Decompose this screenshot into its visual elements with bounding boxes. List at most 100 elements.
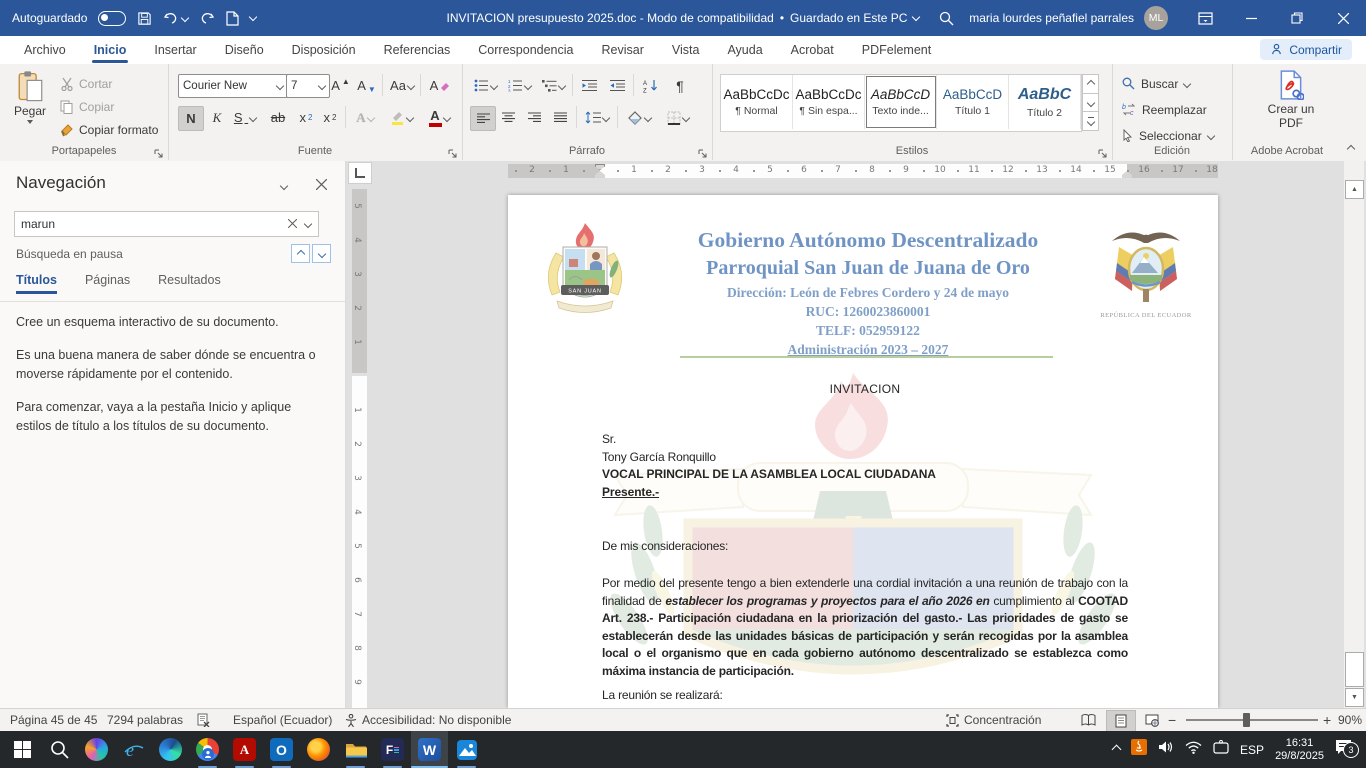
- scroll-down-button[interactable]: ▼: [1345, 688, 1364, 707]
- focus-mode-button[interactable]: Concentración: [946, 709, 1041, 731]
- word-count[interactable]: 7294 palabras: [107, 709, 183, 731]
- vertical-ruler[interactable]: 54321123456789: [350, 182, 369, 708]
- text-effects-button[interactable]: A: [350, 106, 380, 129]
- collapse-ribbon-button[interactable]: [1348, 140, 1354, 158]
- zoom-slider-thumb[interactable]: [1243, 713, 1250, 727]
- redo-icon[interactable]: [199, 11, 215, 25]
- justify-button[interactable]: [548, 106, 572, 129]
- font-color-button[interactable]: A: [422, 106, 456, 129]
- highlight-button[interactable]: [384, 106, 418, 129]
- nav-tab-titulos[interactable]: Títulos: [16, 273, 57, 287]
- file-explorer-icon[interactable]: [337, 731, 374, 768]
- style-t-tulo-1[interactable]: AaBbCcDTítulo 1: [937, 75, 1009, 129]
- pdfelement-icon[interactable]: F: [374, 731, 411, 768]
- find-button[interactable]: Buscar: [1122, 72, 1190, 95]
- copilot-icon[interactable]: [78, 731, 115, 768]
- search-icon[interactable]: [931, 0, 961, 36]
- underline-button[interactable]: S: [230, 106, 260, 129]
- format-painter-button[interactable]: Copiar formato: [60, 118, 158, 141]
- font-size-select[interactable]: 7: [286, 74, 330, 98]
- taskbar-search-button[interactable]: [41, 731, 78, 768]
- close-button[interactable]: [1320, 0, 1366, 36]
- subscript-button[interactable]: x2: [294, 106, 318, 129]
- shading-button[interactable]: [622, 106, 656, 129]
- tab-vista[interactable]: Vista: [658, 36, 714, 64]
- font-dialog-launcher[interactable]: [448, 146, 458, 156]
- tab-referencias[interactable]: Referencias: [370, 36, 465, 64]
- tab-insertar[interactable]: Insertar: [140, 36, 210, 64]
- italic-button[interactable]: K: [206, 106, 228, 129]
- styles-dialog-launcher[interactable]: [1098, 146, 1108, 156]
- document-page[interactable]: 7: [508, 195, 1218, 708]
- next-result-button[interactable]: [312, 244, 331, 263]
- meet-now-icon[interactable]: [1213, 740, 1229, 759]
- grow-font-button[interactable]: A▲: [328, 74, 353, 97]
- word-icon[interactable]: W: [411, 731, 448, 768]
- edge-icon[interactable]: [152, 731, 189, 768]
- style-gallery-up-button[interactable]: [1082, 74, 1099, 94]
- tab-ayuda[interactable]: Ayuda: [713, 36, 776, 64]
- language-indicator[interactable]: Español (Ecuador): [233, 709, 332, 731]
- undo-icon[interactable]: [163, 11, 188, 25]
- horizontal-ruler[interactable]: 21123456789101112131415161718: [372, 162, 1340, 180]
- vertical-scrollbar[interactable]: ▲ ▼: [1344, 161, 1364, 708]
- nav-tab-resultados[interactable]: Resultados: [158, 273, 221, 287]
- page-indicator[interactable]: Página 45 de 45: [10, 709, 97, 731]
- clear-search-icon[interactable]: [282, 215, 303, 233]
- save-icon[interactable]: [137, 11, 152, 26]
- photos-icon[interactable]: [448, 731, 485, 768]
- volume-icon[interactable]: [1158, 740, 1174, 759]
- paste-button[interactable]: Pegar: [6, 70, 54, 144]
- style-t-tulo-2[interactable]: AaBbCTítulo 2: [1009, 75, 1081, 129]
- navigation-pane-close-icon[interactable]: [316, 177, 327, 195]
- align-left-button[interactable]: [470, 106, 496, 131]
- copy-button[interactable]: Copiar: [60, 95, 158, 118]
- show-marks-button[interactable]: ¶: [668, 74, 692, 97]
- user-name[interactable]: maria lourdes peñafiel parrales: [969, 11, 1134, 25]
- start-button[interactable]: [4, 731, 41, 768]
- outlook-icon[interactable]: O: [263, 731, 300, 768]
- multilevel-list-button[interactable]: [538, 74, 568, 97]
- line-spacing-button[interactable]: [581, 106, 613, 129]
- tab-stop-selector[interactable]: [348, 162, 372, 184]
- bullets-button[interactable]: [470, 74, 500, 97]
- accessibility-indicator[interactable]: Accesibilidad: No disponible: [345, 709, 511, 731]
- autosave-toggle[interactable]: [98, 11, 126, 26]
- share-button[interactable]: Compartir: [1260, 39, 1352, 60]
- tab-diseño[interactable]: Diseño: [211, 36, 278, 64]
- strikethrough-button[interactable]: ab: [264, 106, 292, 129]
- superscript-button[interactable]: x2: [318, 106, 342, 129]
- create-pdf-button[interactable]: Crear un PDF: [1262, 70, 1320, 144]
- tab-acrobat[interactable]: Acrobat: [777, 36, 848, 64]
- minimize-button[interactable]: [1228, 0, 1274, 36]
- navigation-pane-options-icon[interactable]: [281, 177, 287, 195]
- previous-result-button[interactable]: [291, 244, 310, 263]
- chrome-icon[interactable]: [189, 731, 226, 768]
- zoom-in-button[interactable]: +: [1323, 709, 1331, 731]
- cut-button[interactable]: Cortar: [60, 72, 158, 95]
- paragraph-dialog-launcher[interactable]: [698, 146, 708, 156]
- tab-archivo[interactable]: Archivo: [10, 36, 80, 64]
- zoom-out-button[interactable]: −: [1168, 709, 1176, 731]
- tab-revisar[interactable]: Revisar: [587, 36, 657, 64]
- search-options-chevron-icon[interactable]: [303, 215, 318, 233]
- scroll-up-button[interactable]: ▲: [1345, 180, 1364, 199]
- font-family-select[interactable]: Courier New: [178, 74, 288, 98]
- sort-button[interactable]: AZ: [637, 74, 665, 97]
- style-gallery-more-button[interactable]: [1082, 111, 1099, 131]
- numbering-button[interactable]: 123: [504, 74, 534, 97]
- tab-inicio[interactable]: Inicio: [80, 36, 141, 64]
- new-document-icon[interactable]: [226, 11, 239, 26]
- style--normal[interactable]: AaBbCcDc¶ Normal: [721, 75, 793, 129]
- java-update-icon[interactable]: [1131, 739, 1147, 760]
- notification-center-icon[interactable]: 3: [1335, 739, 1352, 760]
- internet-explorer-icon[interactable]: e: [115, 731, 152, 768]
- print-layout-button[interactable]: [1106, 710, 1136, 732]
- select-button[interactable]: Seleccionar: [1122, 124, 1214, 147]
- avatar[interactable]: ML: [1144, 6, 1168, 30]
- tray-expand-icon[interactable]: [1113, 741, 1120, 759]
- web-layout-button[interactable]: [1138, 710, 1166, 730]
- tab-pdfelement[interactable]: PDFelement: [848, 36, 945, 64]
- zoom-slider-track[interactable]: [1186, 719, 1318, 721]
- change-case-button[interactable]: Aa: [386, 74, 418, 97]
